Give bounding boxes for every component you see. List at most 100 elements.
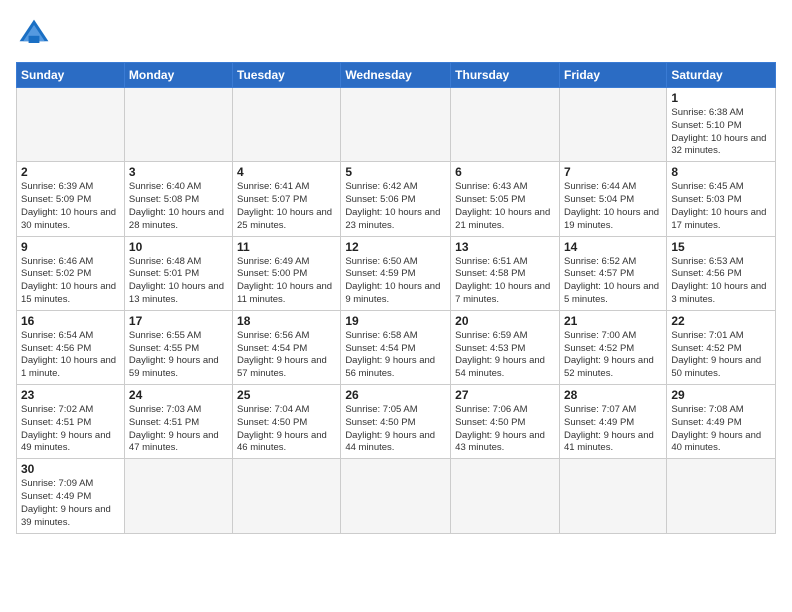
day-info: Sunrise: 6:59 AM Sunset: 4:53 PM Dayligh… bbox=[455, 330, 555, 381]
calendar-cell bbox=[451, 88, 560, 162]
calendar-cell: 13 Sunrise: 6:51 AM Sunset: 4:58 PM Dayli… bbox=[451, 236, 560, 310]
calendar-cell: 9 Sunrise: 6:46 AM Sunset: 5:02 PM Daylig… bbox=[17, 236, 125, 310]
day-number: 29 bbox=[671, 388, 771, 402]
day-info: Sunrise: 6:52 AM Sunset: 4:57 PM Dayligh… bbox=[564, 256, 662, 307]
weekday-header-wednesday: Wednesday bbox=[341, 63, 451, 88]
day-info: Sunrise: 6:42 AM Sunset: 5:06 PM Dayligh… bbox=[345, 181, 446, 232]
calendar-table: SundayMondayTuesdayWednesdayThursdayFrid… bbox=[16, 62, 776, 534]
calendar-cell: 18 Sunrise: 6:56 AM Sunset: 4:54 PM Dayli… bbox=[233, 310, 341, 384]
day-info: Sunrise: 6:46 AM Sunset: 5:02 PM Dayligh… bbox=[21, 256, 120, 307]
calendar-cell: 21 Sunrise: 7:00 AM Sunset: 4:52 PM Dayli… bbox=[559, 310, 666, 384]
calendar-cell: 17 Sunrise: 6:55 AM Sunset: 4:55 PM Dayli… bbox=[124, 310, 232, 384]
calendar-cell: 10 Sunrise: 6:48 AM Sunset: 5:01 PM Dayli… bbox=[124, 236, 232, 310]
weekday-header-tuesday: Tuesday bbox=[233, 63, 341, 88]
weekday-header-sunday: Sunday bbox=[17, 63, 125, 88]
day-info: Sunrise: 7:08 AM Sunset: 4:49 PM Dayligh… bbox=[671, 404, 771, 455]
day-info: Sunrise: 6:55 AM Sunset: 4:55 PM Dayligh… bbox=[129, 330, 228, 381]
day-info: Sunrise: 6:40 AM Sunset: 5:08 PM Dayligh… bbox=[129, 181, 228, 232]
day-number: 7 bbox=[564, 165, 662, 179]
day-info: Sunrise: 7:02 AM Sunset: 4:51 PM Dayligh… bbox=[21, 404, 120, 455]
day-info: Sunrise: 7:05 AM Sunset: 4:50 PM Dayligh… bbox=[345, 404, 446, 455]
calendar-cell bbox=[451, 459, 560, 533]
day-number: 1 bbox=[671, 91, 771, 105]
calendar-cell bbox=[667, 459, 776, 533]
day-number: 15 bbox=[671, 240, 771, 254]
day-number: 30 bbox=[21, 462, 120, 476]
calendar-cell: 26 Sunrise: 7:05 AM Sunset: 4:50 PM Dayli… bbox=[341, 385, 451, 459]
calendar-cell: 2 Sunrise: 6:39 AM Sunset: 5:09 PM Daylig… bbox=[17, 162, 125, 236]
day-number: 14 bbox=[564, 240, 662, 254]
day-info: Sunrise: 6:51 AM Sunset: 4:58 PM Dayligh… bbox=[455, 256, 555, 307]
calendar-cell: 27Sunrise: 7:06 AM Sunset: 4:50 PM Dayli… bbox=[451, 385, 560, 459]
day-info: Sunrise: 6:53 AM Sunset: 4:56 PM Dayligh… bbox=[671, 256, 771, 307]
day-number: 21 bbox=[564, 314, 662, 328]
calendar-cell bbox=[559, 459, 666, 533]
calendar-cell: 5Sunrise: 6:42 AM Sunset: 5:06 PM Daylig… bbox=[341, 162, 451, 236]
calendar-cell bbox=[559, 88, 666, 162]
calendar-cell: 1 Sunrise: 6:38 AM Sunset: 5:10 PM Daylig… bbox=[667, 88, 776, 162]
day-number: 20 bbox=[455, 314, 555, 328]
day-info: Sunrise: 7:00 AM Sunset: 4:52 PM Dayligh… bbox=[564, 330, 662, 381]
weekday-header-friday: Friday bbox=[559, 63, 666, 88]
day-info: Sunrise: 6:49 AM Sunset: 5:00 PM Dayligh… bbox=[237, 256, 336, 307]
day-number: 23 bbox=[21, 388, 120, 402]
calendar-cell: 12 Sunrise: 6:50 AM Sunset: 4:59 PM Dayli… bbox=[341, 236, 451, 310]
day-number: 26 bbox=[345, 388, 446, 402]
day-number: 10 bbox=[129, 240, 228, 254]
day-number: 2 bbox=[21, 165, 120, 179]
calendar-cell: 24Sunrise: 7:03 AM Sunset: 4:51 PM Dayli… bbox=[124, 385, 232, 459]
calendar-cell bbox=[233, 459, 341, 533]
day-number: 18 bbox=[237, 314, 336, 328]
week-row-0: 1 Sunrise: 6:38 AM Sunset: 5:10 PM Daylig… bbox=[17, 88, 776, 162]
day-number: 17 bbox=[129, 314, 228, 328]
calendar-cell: 4 Sunrise: 6:41 AM Sunset: 5:07 PM Daylig… bbox=[233, 162, 341, 236]
calendar-cell bbox=[341, 88, 451, 162]
day-info: Sunrise: 6:56 AM Sunset: 4:54 PM Dayligh… bbox=[237, 330, 336, 381]
calendar-cell: 25Sunrise: 7:04 AM Sunset: 4:50 PM Dayli… bbox=[233, 385, 341, 459]
week-row-1: 2 Sunrise: 6:39 AM Sunset: 5:09 PM Daylig… bbox=[17, 162, 776, 236]
day-info: Sunrise: 6:41 AM Sunset: 5:07 PM Dayligh… bbox=[237, 181, 336, 232]
calendar-cell: 20 Sunrise: 6:59 AM Sunset: 4:53 PM Dayli… bbox=[451, 310, 560, 384]
calendar-cell: 22 Sunrise: 7:01 AM Sunset: 4:52 PM Dayli… bbox=[667, 310, 776, 384]
calendar-cell: 11Sunrise: 6:49 AM Sunset: 5:00 PM Dayli… bbox=[233, 236, 341, 310]
day-number: 12 bbox=[345, 240, 446, 254]
calendar-cell: 19Sunrise: 6:58 AM Sunset: 4:54 PM Dayli… bbox=[341, 310, 451, 384]
week-row-3: 16 Sunrise: 6:54 AM Sunset: 4:56 PM Dayli… bbox=[17, 310, 776, 384]
calendar-cell: 29 Sunrise: 7:08 AM Sunset: 4:49 PM Dayli… bbox=[667, 385, 776, 459]
day-info: Sunrise: 7:04 AM Sunset: 4:50 PM Dayligh… bbox=[237, 404, 336, 455]
weekday-header-saturday: Saturday bbox=[667, 63, 776, 88]
week-row-5: 30 Sunrise: 7:09 AM Sunset: 4:49 PM Dayli… bbox=[17, 459, 776, 533]
day-number: 9 bbox=[21, 240, 120, 254]
day-info: Sunrise: 7:03 AM Sunset: 4:51 PM Dayligh… bbox=[129, 404, 228, 455]
day-number: 6 bbox=[455, 165, 555, 179]
weekday-header-monday: Monday bbox=[124, 63, 232, 88]
day-info: Sunrise: 6:38 AM Sunset: 5:10 PM Dayligh… bbox=[671, 107, 771, 158]
day-info: Sunrise: 6:54 AM Sunset: 4:56 PM Dayligh… bbox=[21, 330, 120, 381]
day-number: 27 bbox=[455, 388, 555, 402]
header bbox=[16, 16, 776, 52]
day-number: 28 bbox=[564, 388, 662, 402]
calendar-cell bbox=[124, 459, 232, 533]
day-number: 13 bbox=[455, 240, 555, 254]
logo-icon bbox=[16, 16, 52, 52]
calendar-cell: 14 Sunrise: 6:52 AM Sunset: 4:57 PM Dayli… bbox=[559, 236, 666, 310]
day-info: Sunrise: 7:09 AM Sunset: 4:49 PM Dayligh… bbox=[21, 478, 120, 529]
day-number: 8 bbox=[671, 165, 771, 179]
day-info: Sunrise: 7:07 AM Sunset: 4:49 PM Dayligh… bbox=[564, 404, 662, 455]
day-info: Sunrise: 6:48 AM Sunset: 5:01 PM Dayligh… bbox=[129, 256, 228, 307]
week-row-2: 9 Sunrise: 6:46 AM Sunset: 5:02 PM Daylig… bbox=[17, 236, 776, 310]
day-number: 16 bbox=[21, 314, 120, 328]
calendar-cell: 23 Sunrise: 7:02 AM Sunset: 4:51 PM Dayli… bbox=[17, 385, 125, 459]
day-info: Sunrise: 6:39 AM Sunset: 5:09 PM Dayligh… bbox=[21, 181, 120, 232]
day-number: 4 bbox=[237, 165, 336, 179]
calendar-cell: 15 Sunrise: 6:53 AM Sunset: 4:56 PM Dayli… bbox=[667, 236, 776, 310]
day-number: 22 bbox=[671, 314, 771, 328]
calendar-cell: 7 Sunrise: 6:44 AM Sunset: 5:04 PM Daylig… bbox=[559, 162, 666, 236]
calendar-cell bbox=[233, 88, 341, 162]
calendar-cell: 30 Sunrise: 7:09 AM Sunset: 4:49 PM Dayli… bbox=[17, 459, 125, 533]
logo bbox=[16, 16, 56, 52]
day-info: Sunrise: 6:44 AM Sunset: 5:04 PM Dayligh… bbox=[564, 181, 662, 232]
day-info: Sunrise: 6:50 AM Sunset: 4:59 PM Dayligh… bbox=[345, 256, 446, 307]
day-info: Sunrise: 7:01 AM Sunset: 4:52 PM Dayligh… bbox=[671, 330, 771, 381]
calendar-cell bbox=[17, 88, 125, 162]
